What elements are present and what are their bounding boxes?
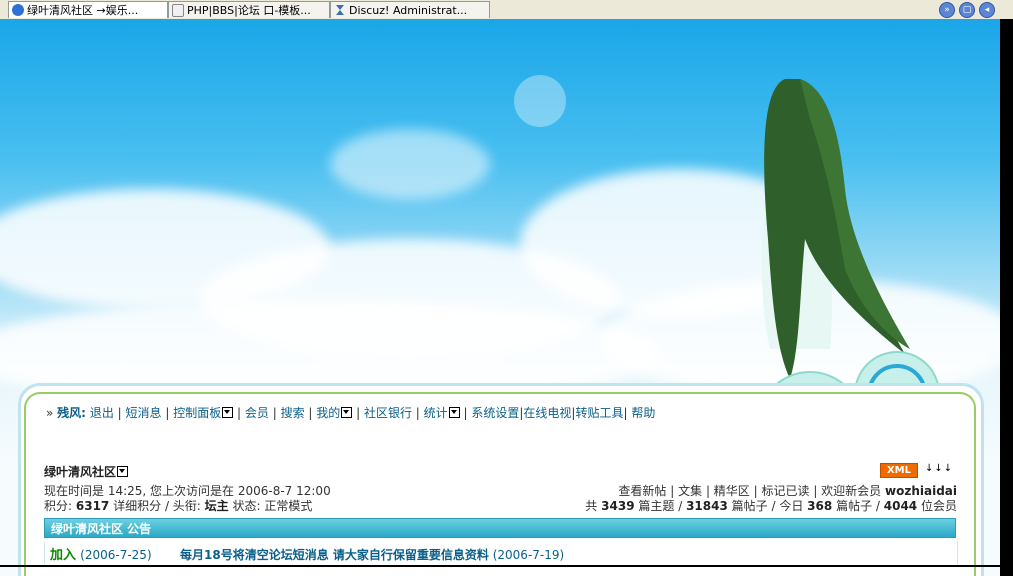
nav-messages-link[interactable]: 短消息 (126, 406, 162, 420)
user-title: 坛主 (204, 499, 229, 513)
announcement-item[interactable]: 加入 (2006-7-25) (50, 544, 152, 563)
nav-username[interactable]: 残风: (57, 406, 86, 420)
announcement-item[interactable]: 每月18号将清空论坛短消息 请大家自行保留重要信息资料 (2006-7-19) (180, 546, 564, 563)
expand-arrows-icon[interactable]: ↓↓↓ (925, 463, 953, 474)
tab-list-icon[interactable]: » (939, 2, 955, 18)
dropdown-arrow-icon[interactable] (117, 466, 129, 477)
tab-green-leaf-forum[interactable]: 绿叶清风社区 →娱乐... (8, 1, 168, 18)
window-edge (1000, 19, 1013, 576)
dropdown-arrow-icon[interactable] (448, 407, 460, 418)
tab-label: Discuz! Administrat... (349, 4, 468, 17)
nav-tv-link[interactable]: 在线电视 (523, 406, 571, 420)
announcement-title[interactable]: 每月18号将清空论坛短消息 请大家自行保留重要信息资料 (180, 548, 489, 562)
hourglass-icon (334, 4, 346, 16)
forum-name-label[interactable]: 绿叶清风社区 (44, 465, 116, 479)
announcement-title[interactable]: 加入 (50, 548, 76, 563)
ie-page-icon (12, 4, 24, 16)
forum-name[interactable]: 绿叶清风社区 (44, 463, 129, 480)
nav-search-link[interactable]: 搜索 (281, 406, 305, 420)
announcement-header: 绿叶清风社区 公告 (44, 518, 956, 538)
credits-value: 6317 (75, 499, 110, 513)
tab-close-icon[interactable]: ◂ (979, 2, 995, 18)
nav-stats-link[interactable]: 统计 (424, 406, 448, 420)
top-navigation: » 残风: 退出 | 短消息 | 控制面板 | 会员 | 搜索 | 我的 | 社… (46, 406, 656, 420)
nav-repost-tool-link[interactable]: 转贴工具 (575, 406, 623, 420)
nav-bank-link[interactable]: 社区银行 (364, 406, 412, 420)
nav-prefix: » (46, 406, 54, 420)
status-value[interactable]: 正常模式 (264, 499, 312, 513)
tab-discuz-admin[interactable]: Discuz! Administrat... (330, 1, 490, 18)
tab-label: 绿叶清风社区 →娱乐... (27, 4, 139, 17)
nav-settings-link[interactable]: 系统设置 (471, 406, 519, 420)
tab-options-icon[interactable]: ▢ (959, 2, 975, 18)
view-new-posts-link[interactable]: 查看新帖 (618, 484, 666, 498)
new-member-link[interactable]: wozhiaidai (885, 484, 957, 498)
window-bottom-edge (0, 565, 1000, 567)
digest-link[interactable]: 精华区 (714, 484, 750, 498)
announcement-date: (2006-7-19) (492, 548, 565, 562)
dropdown-arrow-icon[interactable] (222, 407, 234, 418)
page-icon (172, 4, 184, 17)
anthology-link[interactable]: 文集 (678, 484, 702, 498)
detail-credits-link[interactable]: 详细积分 (113, 499, 161, 513)
nav-members-link[interactable]: 会员 (245, 406, 269, 420)
forum-stats: 共 3439 篇主题 / 31843 篇帖子 / 今日 368 篇帖子 / 40… (585, 499, 957, 513)
nav-help-link[interactable]: 帮助 (631, 406, 655, 420)
dropdown-arrow-icon[interactable] (341, 407, 353, 418)
xml-rss-badge[interactable]: XML (880, 463, 918, 478)
tab-php-bbs[interactable]: PHP|BBS|论坛 口-模板... (168, 1, 330, 18)
announcement-date: (2006-7-25) (80, 548, 152, 562)
user-info: 积分: 6317 详细积分 / 头衔: 坛主 状态: 正常模式 (44, 499, 313, 513)
mark-read-link[interactable]: 标记已读 (761, 484, 809, 498)
nav-logout-link[interactable]: 退出 (90, 406, 114, 420)
nav-control-panel-link[interactable]: 控制面板 (173, 406, 221, 420)
tab-label: PHP|BBS|论坛 口-模板... (187, 4, 311, 17)
nav-my-link[interactable]: 我的 (316, 406, 340, 420)
browser-tab-strip: 绿叶清风社区 →娱乐... PHP|BBS|论坛 口-模板... Discuz!… (0, 0, 1013, 20)
